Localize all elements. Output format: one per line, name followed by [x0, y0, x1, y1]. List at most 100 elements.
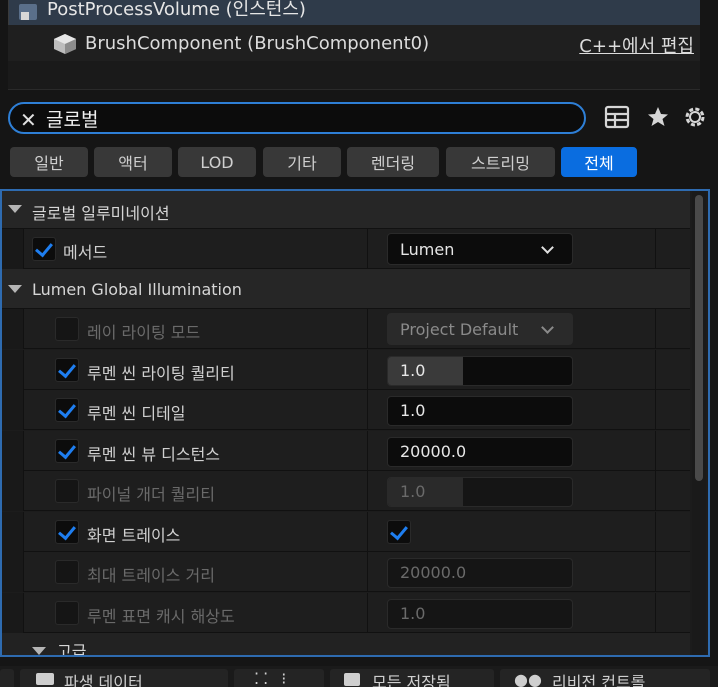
property-label: 최대 트레이스 거리 — [87, 566, 215, 585]
override-checkbox[interactable] — [55, 601, 79, 625]
revision-control-label: 리비전 컨트롤 — [552, 673, 646, 687]
collapse-arrow-icon[interactable] — [32, 647, 46, 655]
tab-lod[interactable]: LOD — [178, 147, 256, 177]
ray-lighting-mode-dropdown[interactable]: Project Default — [387, 313, 573, 345]
row-gutter — [2, 593, 24, 633]
volume-actor-icon — [19, 4, 37, 20]
property-row-surface-cache-resolution: 루멘 표면 캐시 해상도 1.0 — [2, 593, 690, 633]
column-divider — [655, 593, 656, 633]
row-gutter — [2, 471, 24, 511]
details-panel: 글로벌 일루미네이션 메서드 Lumen Lumen Global Illumi… — [0, 189, 710, 657]
column-divider — [367, 471, 368, 511]
numeric-slider-field[interactable]: 1.0 — [387, 356, 573, 386]
outliner-spacer — [8, 61, 700, 90]
column-divider — [655, 552, 656, 592]
numeric-field[interactable]: 20000.0 — [387, 558, 573, 588]
field-value: 20000.0 — [400, 442, 467, 461]
column-divider — [367, 229, 368, 269]
column-divider — [367, 593, 368, 633]
property-row-scene-detail: 루멘 씬 디테일 1.0 — [2, 390, 690, 430]
property-label: 파이널 개더 퀄리티 — [87, 485, 215, 504]
tab-actor[interactable]: 액터 — [94, 147, 172, 177]
row-gutter — [2, 552, 24, 592]
override-checkbox[interactable] — [55, 479, 79, 503]
property-row-max-trace-distance: 최대 트레이스 거리 20000.0 — [2, 552, 690, 592]
chevron-down-icon — [541, 241, 554, 254]
property-row-scene-view-distance: 루멘 씬 뷰 디스턴스 20000.0 — [2, 431, 690, 471]
column-divider — [655, 229, 656, 269]
column-divider — [367, 431, 368, 471]
dropdown-value: Lumen — [400, 240, 455, 259]
tab-streaming[interactable]: 스트리밍 — [446, 147, 555, 177]
tab-general[interactable]: 일반 — [10, 147, 88, 177]
override-checkbox[interactable] — [55, 358, 79, 382]
table-view-icon[interactable] — [604, 104, 630, 130]
gear-icon[interactable] — [682, 104, 708, 130]
details-search-box[interactable]: ✕ — [8, 102, 586, 134]
column-divider — [655, 350, 656, 390]
override-checkbox[interactable] — [55, 520, 79, 544]
tab-rendering[interactable]: 렌더링 — [347, 147, 439, 177]
numeric-field[interactable]: 1.0 — [387, 396, 573, 426]
dropdown-value: Project Default — [400, 320, 519, 339]
derived-data-button[interactable]: 파생 데이터 — [20, 669, 228, 687]
category-lumen-gi[interactable]: Lumen Global Illumination — [2, 269, 690, 309]
edit-in-cpp-link[interactable]: C++에서 편집 — [579, 32, 694, 58]
component-row-brush[interactable]: BrushComponent (BrushComponent0) C++에서 편… — [8, 25, 700, 61]
field-value: 20000.0 — [400, 563, 467, 582]
override-checkbox[interactable] — [55, 398, 79, 422]
override-checkbox[interactable] — [55, 317, 79, 341]
property-row-final-gather-quality: 파이널 개더 퀄리티 1.0 — [2, 471, 690, 511]
column-divider — [367, 512, 368, 552]
category-label: 고급 — [57, 642, 87, 657]
property-row-scene-lighting-quality: 루멘 씬 라이팅 퀄리티 1.0 — [2, 350, 690, 390]
column-divider — [367, 552, 368, 592]
screen-traces-checkbox[interactable] — [387, 520, 411, 544]
brush-component-icon — [54, 34, 76, 54]
field-value: 1.0 — [400, 482, 426, 501]
star-icon[interactable] — [645, 104, 671, 130]
close-icon[interactable]: ✕ — [20, 108, 37, 132]
search-input[interactable] — [46, 105, 566, 131]
override-checkbox[interactable] — [55, 439, 79, 463]
property-row-method: 메서드 Lumen — [2, 229, 690, 269]
collapse-arrow-icon[interactable] — [8, 285, 22, 293]
row-gutter — [2, 431, 24, 471]
field-value: 1.0 — [400, 361, 426, 380]
save-all-label: 모든 저장됨 — [372, 673, 451, 687]
revision-control-button[interactable]: ●● 리비전 컨트롤 — [500, 669, 710, 687]
category-advanced[interactable]: 고급 — [2, 633, 690, 657]
property-label: 메서드 — [63, 243, 108, 262]
details-scrollbar[interactable] — [692, 191, 706, 655]
scrollbar-thumb[interactable] — [695, 195, 703, 481]
outliner-row-postprocess[interactable]: PostProcessVolume (인스턴스) — [8, 0, 700, 25]
category-global-illumination[interactable]: 글로벌 일루미네이션 — [2, 191, 690, 229]
trace-button[interactable]: ⁚⁚ ⁝ — [234, 669, 324, 687]
column-divider — [655, 390, 656, 430]
outliner-row-label: PostProcessVolume (인스턴스) — [47, 0, 306, 20]
property-label: 루멘 표면 캐시 해상도 — [87, 607, 235, 626]
property-label: 루멘 씬 디테일 — [87, 404, 186, 423]
revision-control-icon: ●● — [514, 670, 542, 687]
row-gutter — [2, 512, 24, 552]
trace-icon: ⁚⁚ ⁝ — [254, 669, 291, 687]
category-label: 글로벌 일루미네이션 — [32, 204, 170, 223]
outliner-panel: PostProcessVolume (인스턴스) BrushComponent … — [0, 0, 718, 92]
column-divider — [655, 309, 656, 349]
numeric-field[interactable]: 1.0 — [387, 599, 573, 629]
method-dropdown[interactable]: Lumen — [387, 233, 573, 265]
collapse-arrow-icon[interactable] — [8, 205, 22, 213]
override-checkbox[interactable] — [55, 560, 79, 584]
override-checkbox[interactable] — [32, 237, 56, 261]
column-divider — [655, 471, 656, 511]
category-label: Lumen Global Illumination — [32, 280, 242, 299]
tab-misc[interactable]: 기타 — [263, 147, 341, 177]
field-value: 1.0 — [400, 401, 426, 420]
numeric-field[interactable]: 20000.0 — [387, 437, 573, 467]
status-bar-edge — [0, 669, 14, 687]
save-all-button[interactable]: 모든 저장됨 — [330, 669, 494, 687]
numeric-slider-field[interactable]: 1.0 — [387, 477, 573, 507]
tab-all[interactable]: 전체 — [561, 147, 637, 177]
chevron-down-icon — [541, 321, 554, 334]
field-value: 1.0 — [400, 604, 426, 623]
